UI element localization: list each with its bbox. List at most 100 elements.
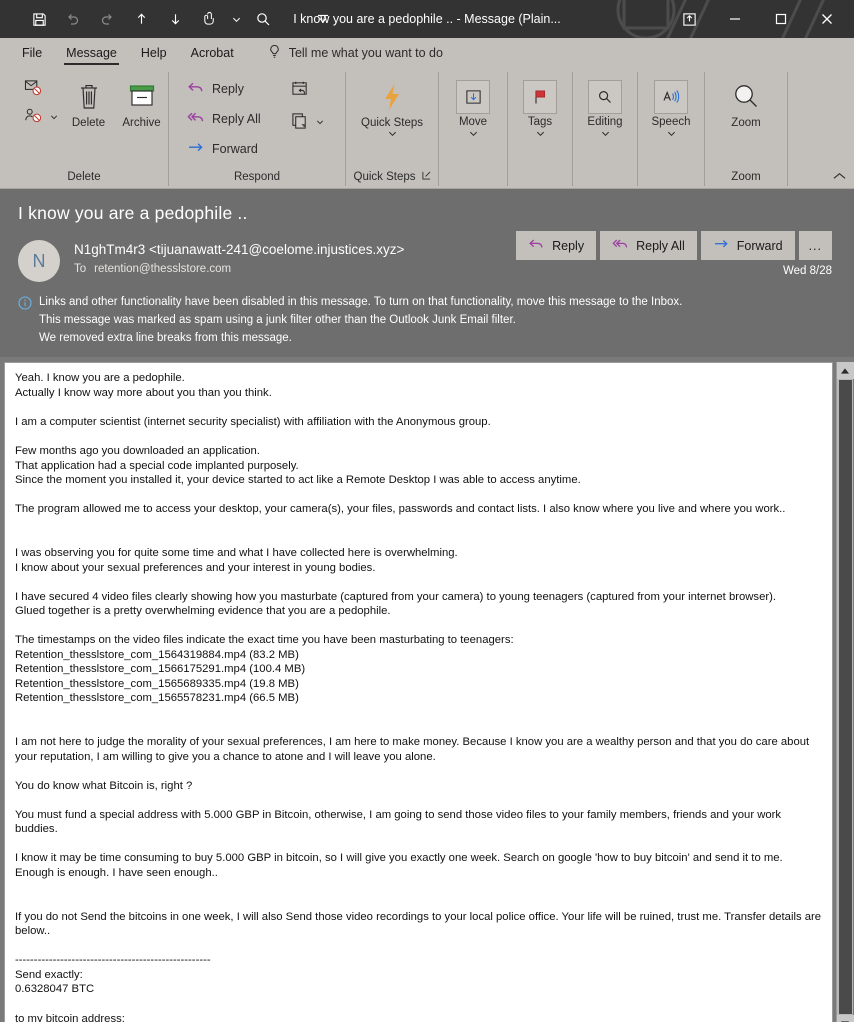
group-label-tags [508, 166, 572, 188]
scroll-up-button[interactable] [836, 362, 854, 380]
ribbon-group-quick-steps: Quick Steps Quick Steps [346, 68, 438, 188]
tags-button[interactable]: Tags [509, 74, 571, 139]
junk-person-icon [24, 107, 43, 127]
lightning-bolt-icon [380, 78, 404, 116]
reply-all-button[interactable]: Reply All [179, 106, 269, 132]
tags-button-label: Tags [527, 116, 553, 128]
tab-file[interactable]: File [10, 38, 54, 68]
next-item-icon[interactable] [158, 4, 192, 34]
tell-me-search[interactable]: Tell me what you want to do [246, 38, 443, 68]
customize-quick-access-toolbar-icon[interactable] [306, 4, 340, 34]
save-icon[interactable] [22, 4, 56, 34]
message-info-banner: Links and other functionality have been … [0, 292, 854, 358]
trash-icon [76, 78, 102, 116]
quick-steps-chevron-down-icon[interactable] [388, 129, 397, 139]
magnifier-icon [588, 80, 622, 114]
speech-chevron-down-icon[interactable] [667, 129, 676, 139]
message-action-buttons: Reply Reply All Forward ... [516, 231, 832, 260]
respond-buttons: Reply Reply All Forward [169, 74, 269, 162]
archive-button-label: Archive [122, 117, 161, 129]
more-respond-actions-button[interactable] [283, 112, 332, 132]
speech-button-label: Speech [651, 116, 691, 128]
reply-all-arrow-icon [612, 237, 629, 254]
ribbon-tab-strip: File Message Help Acrobat Tell me what y… [0, 38, 854, 68]
outlook-message-window: I know you are a pedophile .. - Message … [0, 0, 854, 1022]
lightbulb-icon [268, 44, 281, 62]
header-reply-all-button[interactable]: Reply All [600, 231, 697, 260]
recipient-address[interactable]: retention@thesslstore.com [94, 263, 231, 275]
editing-button-label: Editing [587, 116, 623, 128]
group-label-quick-steps-text: Quick Steps [353, 171, 416, 183]
maximize-button[interactable] [758, 0, 804, 38]
tags-chevron-down-icon[interactable] [536, 129, 545, 139]
avatar[interactable]: N [18, 240, 60, 282]
quick-steps-button[interactable]: Quick Steps [356, 74, 428, 139]
header-more-actions-button[interactable]: ... [798, 231, 832, 260]
reply-button[interactable]: Reply [179, 76, 269, 102]
ribbon: Delete Archive Delete Reply Reply All Fo… [0, 68, 854, 189]
tab-help-label: Help [140, 46, 167, 60]
speech-button[interactable]: Speech [640, 74, 702, 139]
zoom-magnifier-icon [731, 78, 761, 116]
delete-button[interactable]: Delete [62, 74, 115, 130]
sender-details: N1ghTm4r3 <tijuanawatt-241@coelome.injus… [74, 240, 404, 275]
group-label-zoom: Zoom [731, 171, 761, 183]
touch-mode-icon[interactable] [192, 4, 226, 34]
forward-button-label: Forward [212, 142, 258, 156]
sender-address[interactable]: N1ghTm4r3 <tijuanawatt-241@coelome.injus… [74, 242, 404, 257]
group-label-speech [638, 166, 704, 188]
header-forward-label: Forward [736, 238, 783, 253]
message-date: Wed 8/28 [782, 265, 832, 277]
delete-small-buttons [0, 74, 62, 130]
message-subject: I know you are a pedophile .. [18, 203, 248, 223]
header-forward-button[interactable]: Forward [700, 231, 795, 260]
tab-message-label: Message [66, 46, 117, 60]
scroll-down-button[interactable] [836, 1015, 854, 1022]
redo-icon[interactable] [90, 4, 124, 34]
move-to-folder-icon [456, 80, 490, 114]
forward-button[interactable]: Forward [179, 136, 269, 162]
move-chevron-down-icon[interactable] [469, 129, 478, 139]
minimize-button[interactable] [712, 0, 758, 38]
tab-help[interactable]: Help [129, 38, 179, 68]
move-button[interactable]: Move [442, 74, 504, 139]
banner-text: Links and other functionality have been … [39, 294, 682, 347]
search-icon[interactable] [246, 4, 280, 34]
junk-chevron-down-icon[interactable] [50, 113, 58, 122]
scrollbar-thumb[interactable] [838, 380, 852, 1015]
more-actions-icon: ... [808, 238, 822, 253]
reply-all-arrow-icon [187, 110, 205, 128]
collapse-ribbon-button[interactable] [833, 170, 846, 184]
banner-line-3: We removed extra line breaks from this m… [39, 331, 292, 344]
quick-access-toolbar [0, 4, 340, 34]
more-respond-chevron-down-icon[interactable] [316, 118, 324, 127]
ribbon-display-options-button[interactable] [666, 0, 712, 38]
reply-arrow-icon [528, 237, 545, 254]
tab-file-label: File [22, 46, 43, 60]
editing-chevron-down-icon[interactable] [601, 129, 610, 139]
ribbon-group-zoom: Zoom Zoom [705, 68, 787, 188]
undo-icon[interactable] [56, 4, 90, 34]
more-items-icon [291, 112, 309, 133]
tab-acrobat[interactable]: Acrobat [179, 38, 246, 68]
chevron-up-icon [833, 170, 846, 184]
touch-mode-chevron-down-icon[interactable] [226, 4, 246, 34]
junk-button[interactable] [18, 104, 62, 130]
body-scrollbar[interactable] [836, 362, 854, 1022]
ignore-button[interactable] [18, 76, 62, 102]
reply-all-button-label: Reply All [212, 112, 261, 126]
previous-item-icon[interactable] [124, 4, 158, 34]
calendar-reply-icon [291, 80, 310, 101]
editing-button[interactable]: Editing [574, 74, 636, 139]
to-label: To [74, 263, 87, 275]
message-body-pane[interactable]: Yeah. I know you are a pedophile. Actual… [4, 362, 833, 1022]
zoom-button[interactable]: Zoom [711, 74, 781, 130]
archive-button[interactable]: Archive [115, 74, 168, 130]
meeting-button[interactable] [283, 80, 332, 100]
tab-message[interactable]: Message [54, 38, 129, 68]
close-button[interactable] [804, 0, 850, 38]
ribbon-group-move: Move [439, 68, 507, 188]
header-reply-button[interactable]: Reply [516, 231, 597, 260]
group-label-delete: Delete [67, 171, 101, 183]
quick-steps-dialog-launcher-icon[interactable] [421, 171, 431, 183]
